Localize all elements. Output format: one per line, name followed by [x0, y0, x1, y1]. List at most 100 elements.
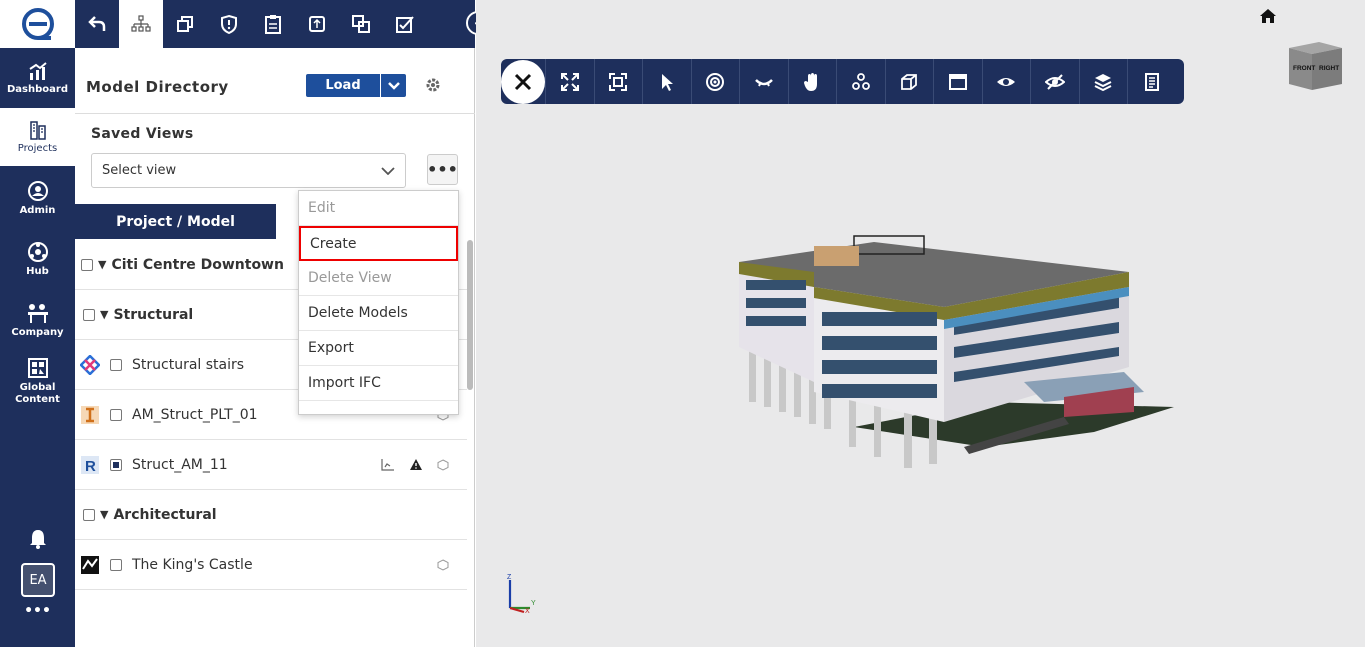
rfi-button[interactable] [251, 0, 295, 48]
cube-right-label: RIGHT [1319, 65, 1339, 72]
issues-button[interactable] [207, 0, 251, 48]
menu-item-delete-models[interactable]: Delete Models [299, 296, 458, 331]
global-content-icon [27, 357, 48, 378]
revit-icon: R [81, 455, 99, 475]
explode-icon [851, 72, 870, 90]
sync-button[interactable] [295, 0, 339, 48]
cube-icon[interactable] [437, 558, 449, 571]
select-placeholder: Select view [102, 163, 177, 178]
nav-admin-label: Admin [19, 204, 56, 216]
compare-button[interactable] [339, 0, 383, 48]
load-dropdown-button[interactable] [381, 74, 406, 97]
menu-item-export[interactable]: Export [299, 331, 458, 366]
nav-projects-label: Projects [17, 142, 58, 154]
more-nav-button[interactable]: ••• [0, 603, 75, 619]
checkbox[interactable] [110, 458, 122, 471]
menu-item-create[interactable]: Create [299, 226, 458, 261]
hand-icon [804, 72, 818, 91]
nav-hub[interactable]: Hub [0, 229, 75, 289]
model-label: The King's Castle [132, 556, 253, 573]
castle-icon [81, 555, 99, 574]
hub-icon [27, 241, 48, 262]
saved-views-label: Saved Views [91, 126, 194, 142]
more-options-button[interactable]: ••• [427, 154, 458, 185]
group-row-architectural[interactable]: ▼ Architectural [75, 490, 467, 540]
model-label: Struct_AM_11 [132, 456, 228, 473]
model-tree-button[interactable] [119, 0, 163, 48]
load-button-group: Load [306, 74, 406, 97]
box-icon [901, 73, 918, 90]
3d-viewer[interactable]: FRONT RIGHT Z Y X [476, 0, 1365, 647]
building-model[interactable] [734, 232, 1174, 477]
fullscreen-button[interactable] [545, 59, 594, 104]
checkbox[interactable] [81, 258, 93, 271]
nav-admin[interactable]: Admin [0, 168, 75, 228]
checkbox[interactable] [110, 558, 122, 571]
tekla-icon [80, 354, 100, 375]
section-plane-button[interactable] [933, 59, 982, 104]
pan-button[interactable] [787, 59, 837, 104]
show-button[interactable] [981, 59, 1031, 104]
nav-rail: Dashboard Projects Admin Hub Company Glo… [0, 0, 75, 647]
checkbox[interactable] [110, 358, 122, 371]
hide-button[interactable] [1030, 59, 1079, 104]
nav-company[interactable]: Company [0, 290, 75, 350]
svg-text:R: R [85, 458, 96, 475]
avatar[interactable]: EA [21, 563, 55, 597]
menu-item-delete-view[interactable]: Delete View [299, 261, 458, 296]
model-row[interactable]: R Struct_AM_11 [75, 440, 467, 490]
dashboard-icon [28, 61, 47, 80]
chevron-down-icon [381, 166, 395, 175]
load-button[interactable]: Load [306, 74, 381, 97]
settings-button[interactable] [424, 76, 442, 98]
nav-global-content-label: Global Content [15, 381, 60, 405]
look-button[interactable] [739, 59, 788, 104]
chevron-down-icon[interactable]: ▼ [100, 308, 108, 321]
cube-icon[interactable] [437, 458, 449, 471]
close-toolbar-button[interactable] [501, 59, 545, 104]
menu-item-import-ifc[interactable]: Import IFC [299, 366, 458, 401]
close-icon [514, 73, 532, 90]
fit-view-button[interactable] [593, 59, 643, 104]
warning-icon[interactable] [409, 458, 423, 471]
checkbox[interactable] [83, 308, 95, 321]
app-logo[interactable] [0, 0, 75, 48]
view-cube[interactable]: FRONT RIGHT [1284, 38, 1344, 90]
explode-button[interactable] [836, 59, 885, 104]
admin-icon [27, 180, 48, 201]
checklist-button[interactable] [383, 0, 427, 48]
saved-view-select[interactable]: Select view [91, 153, 406, 188]
orbit-button[interactable] [690, 59, 740, 104]
home-icon [1260, 9, 1276, 23]
group-label: Structural [113, 306, 194, 323]
more-options-menu: Edit Create Delete View Delete Models Ex… [298, 190, 459, 415]
menu-item-edit[interactable]: Edit [299, 191, 458, 226]
copy-icon [177, 16, 193, 32]
hierarchy-icon [131, 15, 151, 32]
nav-global-content[interactable]: Global Content [0, 350, 75, 412]
layers-visibility-button[interactable] [1078, 59, 1128, 104]
layers-button[interactable] [163, 0, 207, 48]
panel-scrollbar[interactable] [467, 240, 473, 390]
eye-off-icon [1044, 73, 1065, 90]
chevron-down-icon[interactable]: ▼ [100, 508, 108, 521]
tab-project-model[interactable]: Project / Model [75, 204, 276, 239]
bell-icon [30, 530, 46, 549]
checkbox[interactable] [83, 508, 95, 521]
nav-projects[interactable]: Projects [0, 108, 75, 166]
ifc-icon [81, 405, 99, 424]
section-box-button[interactable] [884, 59, 934, 104]
select-tool-button[interactable] [642, 59, 691, 104]
chart-icon[interactable] [381, 458, 395, 471]
back-button[interactable] [75, 0, 119, 48]
layers-icon [1094, 73, 1112, 91]
notifications-button[interactable] [28, 528, 48, 554]
checkbox[interactable] [110, 408, 122, 421]
model-row[interactable]: The King's Castle [75, 540, 467, 590]
home-view-button[interactable] [1259, 8, 1277, 28]
nav-company-label: Company [11, 326, 64, 338]
nav-dashboard[interactable]: Dashboard [0, 48, 75, 108]
properties-button[interactable] [1127, 59, 1176, 104]
model-label: Structural stairs [132, 356, 245, 373]
chevron-down-icon[interactable]: ▼ [98, 258, 106, 271]
